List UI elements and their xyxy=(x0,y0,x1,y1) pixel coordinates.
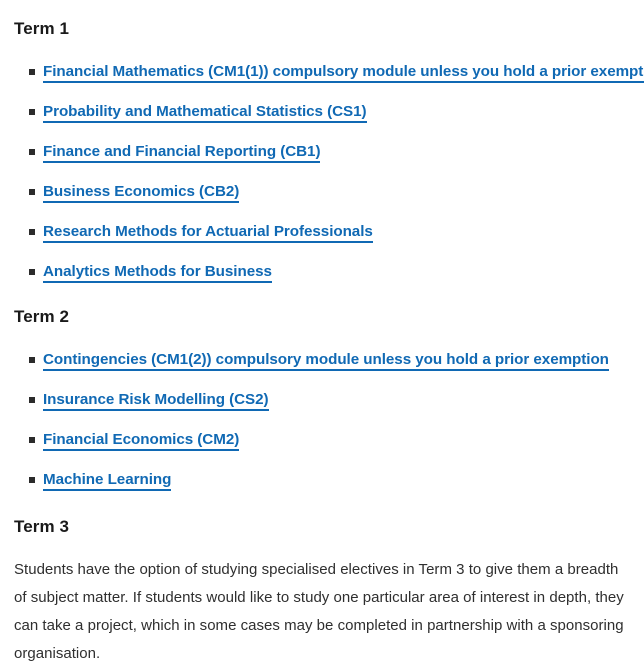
module-link-financial-economics[interactable]: Financial Economics (CM2) xyxy=(43,431,239,451)
module-link-finance-and-financial-reporting[interactable]: Finance and Financial Reporting (CB1) xyxy=(43,143,321,163)
term-3-block: Term 3 Students have the option of study… xyxy=(14,516,638,668)
list-item: Financial Mathematics (CM1(1)) compulsor… xyxy=(14,62,644,83)
square-bullet-icon xyxy=(29,357,35,363)
list-item: Research Methods for Actuarial Professio… xyxy=(14,222,638,243)
square-bullet-icon xyxy=(29,229,35,235)
module-link-probability-and-mathematical-statistics[interactable]: Probability and Mathematical Statistics … xyxy=(43,103,367,123)
term-2-module-list: Contingencies (CM1(2)) compulsory module… xyxy=(14,350,638,491)
module-link-financial-mathematics[interactable]: Financial Mathematics (CM1(1)) compulsor… xyxy=(43,63,644,83)
list-item: Machine Learning xyxy=(14,470,638,491)
term-2-heading: Term 2 xyxy=(14,307,70,326)
list-item: Business Economics (CB2) xyxy=(14,182,638,203)
module-link-machine-learning[interactable]: Machine Learning xyxy=(43,471,171,491)
module-link-contingencies[interactable]: Contingencies (CM1(2)) compulsory module… xyxy=(43,351,609,371)
list-item: Contingencies (CM1(2)) compulsory module… xyxy=(14,350,638,371)
list-item: Financial Economics (CM2) xyxy=(14,430,638,451)
term-1-module-list: Financial Mathematics (CM1(1)) compulsor… xyxy=(14,62,644,283)
list-item: Analytics Methods for Business xyxy=(14,262,638,283)
term-3-heading: Term 3 xyxy=(14,517,70,536)
square-bullet-icon xyxy=(29,189,35,195)
content-area: Term 1 Financial Mathematics (CM1(1)) co… xyxy=(0,0,644,668)
term-3-description: Students have the option of studying spe… xyxy=(14,561,624,662)
square-bullet-icon xyxy=(29,477,35,483)
square-bullet-icon xyxy=(29,69,35,75)
square-bullet-icon xyxy=(29,109,35,115)
square-bullet-icon xyxy=(29,269,35,275)
list-item: Finance and Financial Reporting (CB1) xyxy=(14,142,638,163)
square-bullet-icon xyxy=(29,397,35,403)
list-item: Insurance Risk Modelling (CS2) xyxy=(14,390,638,411)
term-1-heading: Term 1 xyxy=(14,19,70,38)
module-link-analytics-methods-for-business[interactable]: Analytics Methods for Business xyxy=(43,263,272,283)
square-bullet-icon xyxy=(29,437,35,443)
module-link-research-methods-for-actuarial-professionals[interactable]: Research Methods for Actuarial Professio… xyxy=(43,223,373,243)
square-bullet-icon xyxy=(29,149,35,155)
list-item: Probability and Mathematical Statistics … xyxy=(14,102,638,123)
module-link-business-economics[interactable]: Business Economics (CB2) xyxy=(43,183,239,203)
course-structure-page: Term 1 Financial Mathematics (CM1(1)) co… xyxy=(0,0,644,662)
module-link-insurance-risk-modelling[interactable]: Insurance Risk Modelling (CS2) xyxy=(43,391,269,411)
